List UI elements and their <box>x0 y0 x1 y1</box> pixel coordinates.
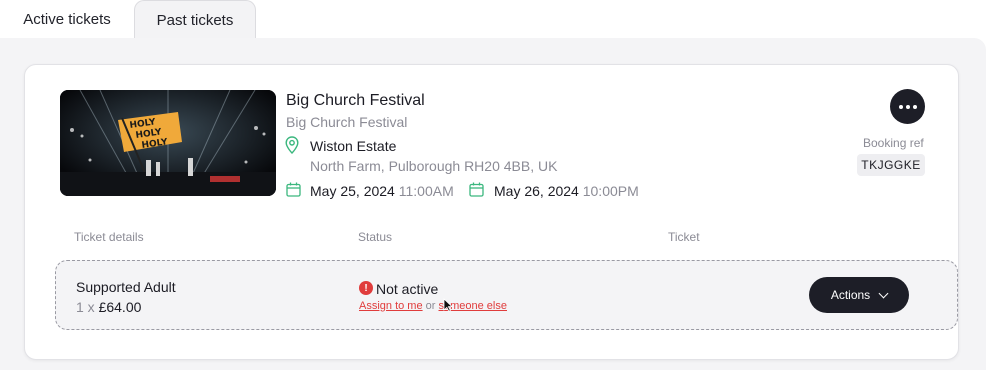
end-date: May 26, 2024 10:00PM <box>494 183 639 199</box>
venue-name: Wiston Estate <box>310 138 397 154</box>
column-header-status: Status <box>358 230 393 244</box>
end-date-value: May 26, 2024 <box>494 183 579 199</box>
ticket-price-line: 1 x £64.00 <box>76 299 141 315</box>
dot <box>905 104 910 109</box>
assign-options: Assign to me or someone else <box>359 300 507 312</box>
calendar-icon <box>469 182 484 197</box>
ticket-type-name: Supported Adult <box>76 279 176 295</box>
tab-past-tickets[interactable]: Past tickets <box>134 0 256 39</box>
venue-address: North Farm, Pulborough RH20 4BB, UK <box>310 158 558 174</box>
or-text: or <box>425 300 436 312</box>
end-time: 10:00PM <box>582 183 639 199</box>
status-text: Not active <box>376 281 439 297</box>
tab-active-tickets[interactable]: Active tickets <box>0 0 134 39</box>
ticket-tabs: Active tickets Past tickets <box>0 0 256 40</box>
actions-label: Actions <box>830 288 871 302</box>
alert-icon: ! <box>359 281 373 295</box>
assign-to-me-link[interactable]: Assign to me <box>359 300 423 312</box>
booking-ref-label: Booking ref <box>863 136 924 150</box>
calendar-icon <box>286 182 301 197</box>
ticket-price: £64.00 <box>98 299 142 315</box>
ticket-row: Supported Adult 1 x £64.00 ! Not active … <box>55 260 958 330</box>
dot <box>912 104 917 109</box>
festival-stage-image: HOLY HOLY HOLY <box>60 90 276 196</box>
event-title: Big Church Festival <box>286 92 425 109</box>
chevron-down-icon <box>878 288 889 298</box>
column-header-ticket: Ticket <box>668 230 700 244</box>
booking-ref-badge: TKJGGKE <box>857 154 925 176</box>
event-image: HOLY HOLY HOLY <box>60 90 276 196</box>
start-time: 11:00AM <box>398 183 454 199</box>
more-options-button[interactable] <box>890 89 925 124</box>
mouse-cursor-icon <box>443 298 453 312</box>
location-pin-icon <box>285 136 299 154</box>
start-date: May 25, 2024 11:00AM <box>310 183 454 199</box>
ticket-card: HOLY HOLY HOLY Big Church Festival Big C… <box>24 64 959 360</box>
start-date-value: May 25, 2024 <box>310 183 395 199</box>
dot <box>898 104 903 109</box>
ticket-quantity: 1 x <box>76 299 95 315</box>
column-header-ticket-details: Ticket details <box>74 230 144 244</box>
event-subtitle: Big Church Festival <box>286 114 408 130</box>
actions-button[interactable]: Actions <box>809 277 909 313</box>
